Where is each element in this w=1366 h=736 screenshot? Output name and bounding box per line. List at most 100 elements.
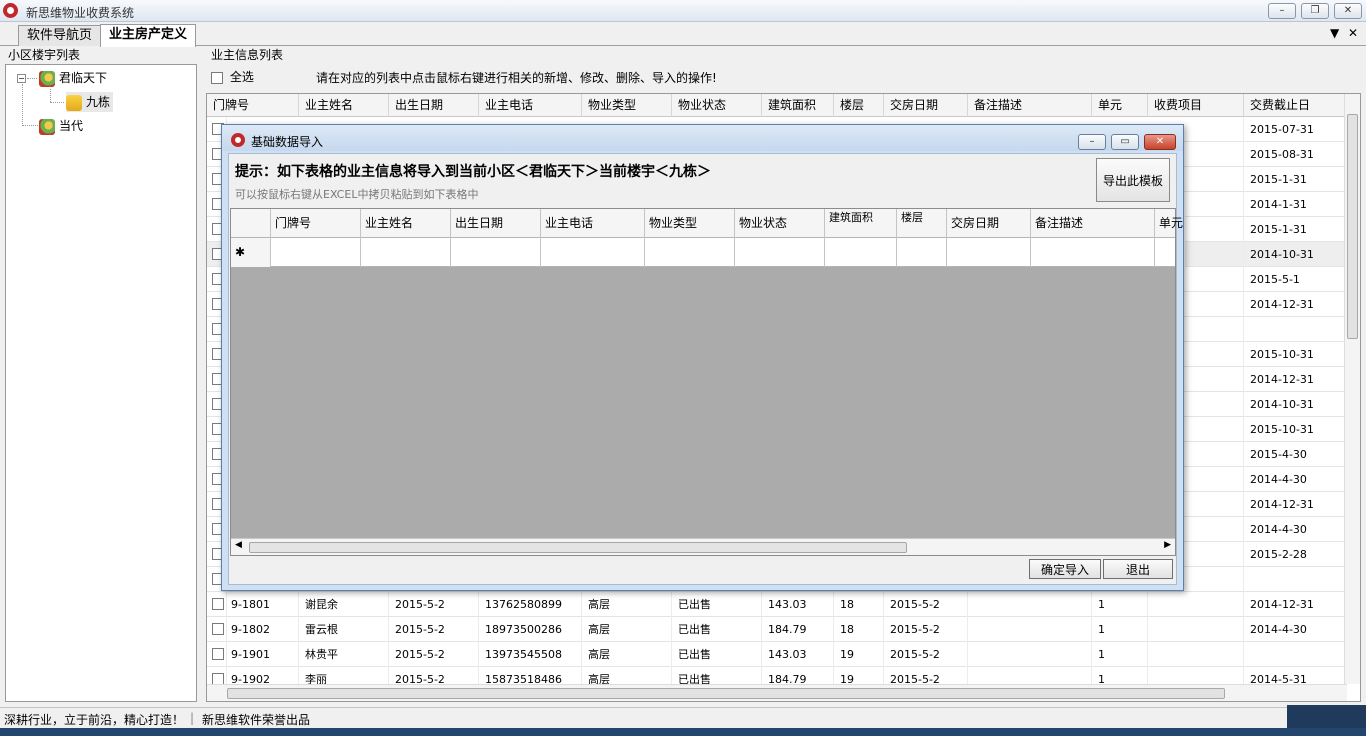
building-list-title: 小区楼宇列表 [8, 48, 81, 62]
minimize-button[interactable]: – [1268, 3, 1296, 19]
tab-close-icon[interactable]: ✕ [1348, 26, 1358, 40]
table-cell: 2014-12-31 [1244, 492, 1347, 517]
export-template-button[interactable]: 导出此模板 [1096, 158, 1170, 202]
dialog-body: 提示：如下表格的业主信息将导入到当前小区＜君临天下＞当前楼宇＜九栋＞ 可以按鼠标… [228, 153, 1185, 585]
column-header[interactable]: 业主电话 [541, 209, 645, 238]
owner-grid-header: 门牌号 业主姓名 出生日期 业主电话 物业类型 物业状态 建筑面积 楼层 交房日期 备注描述 单元收… [207, 94, 1347, 117]
table-cell: 林贵平 [299, 642, 389, 667]
column-header[interactable]: 物业状态 [735, 209, 825, 238]
checkbox-icon[interactable] [212, 623, 224, 635]
table-cell: 2015-5-2 [389, 592, 479, 617]
table-cell[interactable] [825, 238, 897, 267]
column-header[interactable]: 业主姓名 [299, 94, 389, 117]
import-grid: 门牌号 业主姓名 出生日期 业主电话 物业类型 物业状态 建筑面积 楼层 交房日期 备注描述 单元 … [230, 208, 1185, 556]
row-checkbox[interactable] [207, 617, 227, 642]
tree-item-junlin[interactable]: 君临天下 [39, 68, 107, 88]
scroll-thumb[interactable] [227, 688, 1225, 699]
dialog-close-button[interactable]: ✕ [1144, 134, 1176, 150]
select-all-checkbox[interactable]: 全选 [211, 68, 254, 85]
checkbox-icon[interactable] [211, 71, 223, 84]
column-header[interactable]: 楼层 [834, 94, 884, 117]
scroll-thumb[interactable] [1347, 114, 1358, 339]
exit-button[interactable]: 退出 [1103, 559, 1173, 579]
column-header[interactable]: 物业类型 [645, 209, 735, 238]
scroll-thumb[interactable] [249, 542, 907, 553]
column-header[interactable]: 收费项目 [1148, 94, 1244, 117]
new-row[interactable]: ✱ [231, 238, 1185, 267]
table-row[interactable]: 9-1801 谢昆余 2015-5-2 13762580899 高层 已出售 143.03 1… [207, 592, 1347, 617]
column-header[interactable]: 门牌号 [207, 94, 299, 117]
dialog-minimize-button[interactable]: – [1078, 134, 1106, 150]
close-button[interactable]: ✕ [1334, 3, 1362, 19]
table-cell[interactable] [361, 238, 451, 267]
table-cell[interactable] [735, 238, 825, 267]
table-cell [1148, 642, 1244, 667]
new-row-marker[interactable]: ✱ [231, 238, 271, 267]
table-cell[interactable] [947, 238, 1031, 267]
table-cell[interactable] [1031, 238, 1155, 267]
table-cell: 2015-5-2 [389, 642, 479, 667]
dialog-restore-button[interactable]: ▭ [1111, 134, 1139, 150]
column-header[interactable]: 交房日期 [884, 94, 968, 117]
tab-dropdown-icon[interactable]: ▼ [1330, 26, 1339, 40]
table-cell: 2015-5-2 [884, 617, 968, 642]
checkbox-icon[interactable] [212, 598, 224, 610]
tab-software-nav[interactable]: 软件导航页 [18, 25, 102, 46]
table-cell: 143.03 [762, 642, 834, 667]
table-cell [1244, 317, 1347, 342]
confirm-import-button[interactable]: 确定导入 [1029, 559, 1101, 579]
table-cell[interactable] [451, 238, 541, 267]
vertical-scrollbar[interactable] [1344, 94, 1360, 684]
column-header[interactable]: 备注描述 [968, 94, 1092, 117]
tree-item-jiudong[interactable]: 九栋 [66, 92, 114, 112]
checkbox-icon[interactable] [212, 648, 224, 660]
estate-icon [39, 118, 55, 135]
column-header[interactable]: 建筑面积 [825, 209, 897, 238]
restore-button[interactable]: ❐ [1301, 3, 1329, 19]
column-header[interactable]: 单元 [1155, 209, 1185, 238]
table-cell[interactable] [1155, 238, 1185, 267]
tab-owner-property[interactable]: 业主房产定义 [100, 24, 197, 47]
table-row[interactable]: 9-1901 林贵平 2015-5-2 13973545508 高层 已出售 143.03 1… [207, 642, 1347, 667]
table-cell: 2015-5-2 [884, 642, 968, 667]
column-header[interactable]: 物业状态 [672, 94, 762, 117]
column-header[interactable]: 出生日期 [389, 94, 479, 117]
building-tree: − 君临天下 九栋 当代 [5, 64, 197, 702]
column-header[interactable]: 交房日期 [947, 209, 1031, 238]
scroll-right-icon[interactable]: ▶ [1164, 540, 1171, 550]
column-header[interactable]: 单元 [1092, 94, 1148, 117]
column-header[interactable]: 业主姓名 [361, 209, 451, 238]
column-header[interactable]: 门牌号 [271, 209, 361, 238]
row-checkbox[interactable] [207, 592, 227, 617]
tree-connector [27, 78, 37, 79]
table-cell: 2014-10-31 [1244, 242, 1347, 267]
column-header[interactable]: 出生日期 [451, 209, 541, 238]
table-cell: 2015-5-1 [1244, 267, 1347, 292]
tree-item-dangdai[interactable]: 当代 [39, 116, 83, 136]
table-cell [968, 642, 1092, 667]
column-header[interactable]: 业主电话 [479, 94, 582, 117]
table-row[interactable]: 9-1802 雷云根 2015-5-2 18973500286 高层 已出售 184.79 1… [207, 617, 1347, 642]
table-cell: 2015-1-31 [1244, 217, 1347, 242]
import-grid-scrollbar[interactable]: ◀ ▶ [231, 538, 1175, 555]
row-checkbox[interactable] [207, 642, 227, 667]
column-header[interactable]: 建筑面积 [762, 94, 834, 117]
operation-hint: 请在对应的列表中点击鼠标右键进行相关的新增、修改、删除、导入的操作! [316, 71, 717, 85]
table-cell: 9-1901 [225, 642, 299, 667]
column-header[interactable]: 交费截止日 [1244, 94, 1347, 117]
owner-list-title: 业主信息列表 [211, 48, 284, 62]
table-cell[interactable] [271, 238, 361, 267]
table-cell: 高层 [582, 642, 672, 667]
tree-collapse-icon[interactable]: − [17, 74, 26, 83]
horizontal-scrollbar[interactable] [207, 684, 1347, 701]
column-header[interactable]: 物业类型 [582, 94, 672, 117]
table-cell[interactable] [897, 238, 947, 267]
table-cell: 13973545508 [479, 642, 582, 667]
column-header[interactable]: 备注描述 [1031, 209, 1155, 238]
table-cell: 2015-10-31 [1244, 342, 1347, 367]
system-tray [1287, 705, 1366, 728]
table-cell[interactable] [541, 238, 645, 267]
table-cell[interactable] [645, 238, 735, 267]
column-header[interactable]: 楼层 [897, 209, 947, 238]
scroll-left-icon[interactable]: ◀ [235, 540, 242, 550]
